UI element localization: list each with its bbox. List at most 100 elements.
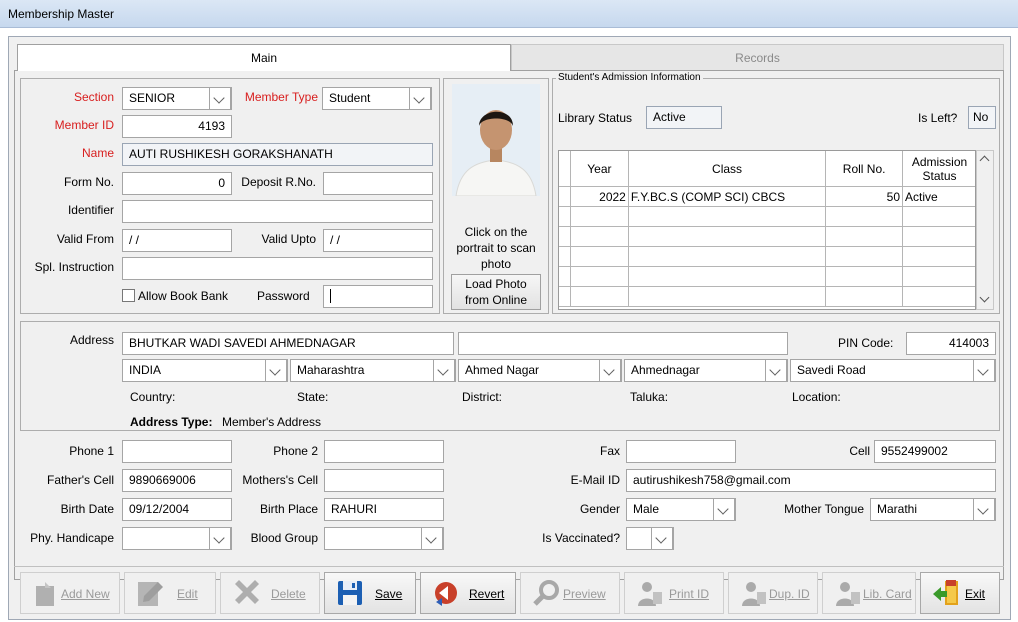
exit-button[interactable]: Exit [920,572,1000,614]
chevron-down-icon[interactable] [265,359,287,382]
birth-place-field[interactable]: RAHURI [324,498,444,521]
blood-group-select[interactable] [324,527,444,550]
identifier-field[interactable] [122,200,433,223]
phy-handicape-select[interactable] [122,527,232,550]
district-label: District: [462,390,502,404]
chevron-down-icon[interactable] [409,87,431,110]
col-roll-no[interactable]: Roll No. [825,151,904,187]
taluka-value: Ahmednagar [631,363,700,377]
is-left-field[interactable]: No [968,106,996,129]
grid-scrollbar[interactable] [976,150,994,310]
toolbar-divider [14,566,1004,567]
state-value: Maharashtra [297,363,365,377]
chevron-down-icon[interactable] [209,527,231,550]
phone2-field[interactable] [324,440,444,463]
table-row[interactable] [559,246,975,267]
member-portrait[interactable] [452,84,540,196]
state-select[interactable]: Maharashtra [290,359,456,382]
password-label: Password [257,289,310,303]
address-type-label: Address Type: [130,415,213,429]
allow-book-bank-checkbox[interactable] [122,289,135,302]
col-admission-status[interactable]: Admission Status [902,151,975,187]
edit-button[interactable]: Edit [124,572,216,614]
dup-id-label: Dup. ID [769,587,810,601]
name-field[interactable]: AUTI RUSHIKESH GORAKSHANATH [122,143,433,166]
library-status-label: Library Status [558,111,633,125]
cell-year[interactable]: 2022 [569,186,629,207]
delete-button[interactable]: Delete [220,572,320,614]
cell-label: Cell [849,444,870,458]
fax-field[interactable] [626,440,736,463]
cell-status[interactable]: Active [902,186,975,207]
spl-instruction-field[interactable] [122,257,433,280]
chevron-down-icon[interactable] [433,359,455,382]
taluka-label: Taluka: [630,390,669,404]
tab-main[interactable]: Main [17,44,511,71]
library-status-field[interactable]: Active [646,106,722,129]
password-field[interactable] [323,285,433,308]
country-select[interactable]: INDIA [122,359,288,382]
portrait-image [452,84,540,196]
form-no-field[interactable]: 0 [122,172,232,195]
col-year[interactable]: Year [569,151,629,187]
cell-class[interactable]: F.Y.BC.S (COMP SCI) CBCS [627,186,827,207]
chevron-down-icon[interactable] [599,359,621,382]
print-id-button[interactable]: Print ID [624,572,724,614]
chevron-down-icon[interactable] [979,292,990,303]
mothers-cell-field[interactable] [324,469,444,492]
dup-id-button[interactable]: Dup. ID [728,572,818,614]
pin-code-field[interactable]: 414003 [906,332,996,355]
lib-card-button[interactable]: Lib. Card [822,572,916,614]
valid-upto-field[interactable]: / / [323,229,433,252]
chevron-down-icon[interactable] [209,87,231,110]
chevron-down-icon[interactable] [973,359,995,382]
add-new-button[interactable]: Add New [20,572,120,614]
chevron-down-icon[interactable] [421,527,443,550]
birth-date-field[interactable]: 09/12/2004 [122,498,232,521]
table-row[interactable]: 2022 F.Y.BC.S (COMP SCI) CBCS 50 Active [559,186,975,207]
tab-records[interactable]: Records [511,44,1004,71]
cell-roll-no[interactable]: 50 [825,186,904,207]
revert-icon [435,582,457,606]
table-row[interactable] [559,206,975,227]
email-field[interactable]: autirushikesh758@gmail.com [626,469,996,492]
member-id-field[interactable]: 4193 [122,115,232,138]
taluka-select[interactable]: Ahmednagar [624,359,788,382]
cell-field[interactable]: 9552499002 [874,440,996,463]
address-type-value: Member's Address [222,415,321,429]
revert-label: Revert [469,587,505,601]
table-row[interactable] [559,226,975,247]
phone1-field[interactable] [122,440,232,463]
district-select[interactable]: Ahmed Nagar [458,359,622,382]
chevron-down-icon[interactable] [651,527,673,550]
revert-button[interactable]: Revert [420,572,516,614]
chevron-up-icon[interactable] [979,155,990,166]
gender-select[interactable]: Male [626,498,736,521]
location-label: Location: [792,390,841,404]
admission-grid[interactable]: Year Class Roll No. Admission Status 202… [558,150,976,310]
load-photo-button[interactable]: Load Photo from Online [451,274,541,310]
member-type-select[interactable]: Student [322,87,432,110]
save-button[interactable]: Save [324,572,416,614]
address-line1-field[interactable]: BHUTKAR WADI SAVEDI AHMEDNAGAR [122,332,454,355]
location-select[interactable]: Savedi Road [790,359,996,382]
chevron-down-icon[interactable] [713,498,735,521]
preview-button[interactable]: Preview [520,572,620,614]
fathers-cell-field[interactable]: 9890669006 [122,469,232,492]
spl-instruction-label: Spl. Instruction [34,260,114,274]
chevron-down-icon[interactable] [765,359,787,382]
col-class[interactable]: Class [627,151,827,187]
address-line2-field[interactable] [458,332,788,355]
edit-label: Edit [177,587,198,601]
valid-from-field[interactable]: / / [122,229,232,252]
section-select[interactable]: SENIOR [122,87,232,110]
mother-tongue-label: Mother Tongue [784,502,864,516]
chevron-down-icon[interactable] [973,498,995,521]
save-disk-icon [338,581,362,605]
mother-tongue-select[interactable]: Marathi [870,498,996,521]
is-vaccinated-select[interactable] [626,527,674,550]
table-row[interactable] [559,286,975,307]
table-row[interactable] [559,266,975,287]
country-label: Country: [130,390,176,404]
deposit-field[interactable] [323,172,433,195]
